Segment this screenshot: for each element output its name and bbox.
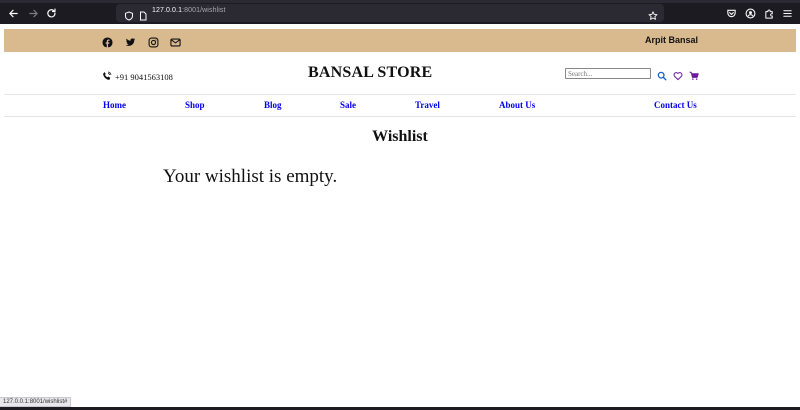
shield-icon[interactable] [124,8,134,21]
instagram-icon[interactable] [148,35,160,48]
bookmark-star-icon[interactable] [648,8,658,20]
url-host: 127.0.0.1 [152,7,183,14]
nav-link-about-us[interactable]: About Us [499,100,535,110]
back-icon[interactable] [6,6,20,20]
url-text[interactable]: 127.0.0.1:8001/wishlist [152,7,226,14]
nav-top-divider [4,94,796,95]
search-input[interactable] [565,68,651,79]
facebook-icon[interactable] [102,35,114,48]
page-title: Wishlist [372,128,428,145]
url-path: :8001/wishlist [182,7,226,14]
page-icon [138,8,148,21]
twitter-icon[interactable] [125,35,137,47]
browser-toolbar: 127.0.0.1:8001/wishlist [0,0,800,24]
nav-link-contact-us[interactable]: Contact Us [654,100,697,110]
nav-bottom-divider [4,116,796,117]
phone-icon [102,68,112,86]
account-icon[interactable] [745,6,757,19]
store-brand-title[interactable]: BANSAL STORE [308,64,432,82]
heart-icon[interactable] [673,68,684,81]
nav-link-blog[interactable]: Blog [264,100,282,110]
empty-wishlist-message: Your wishlist is empty. [163,166,338,187]
menu-icon[interactable] [782,6,794,18]
tab-strip [0,0,800,3]
url-bar[interactable]: 127.0.0.1:8001/wishlist [116,4,664,22]
extensions-icon[interactable] [764,6,776,19]
phone-number: +91 9041563108 [115,72,173,82]
phone-contact: +91 9041563108 [102,68,173,86]
nav-link-travel[interactable]: Travel [415,100,440,110]
user-name[interactable]: Arpit Bansal [645,35,698,45]
status-bar-url: 127.0.0.1:8001/wishlist# [0,397,72,407]
forward-icon[interactable] [26,6,40,20]
search-icon[interactable] [657,68,668,81]
pocket-icon[interactable] [726,6,738,18]
cart-icon[interactable] [689,68,700,80]
nav-link-shop[interactable]: Shop [185,100,205,110]
nav-link-home[interactable]: Home [103,100,126,110]
reload-icon[interactable] [44,6,58,20]
nav-link-sale[interactable]: Sale [340,100,356,110]
mail-icon[interactable] [170,35,182,47]
top-bar: Arpit Bansal [4,29,796,52]
